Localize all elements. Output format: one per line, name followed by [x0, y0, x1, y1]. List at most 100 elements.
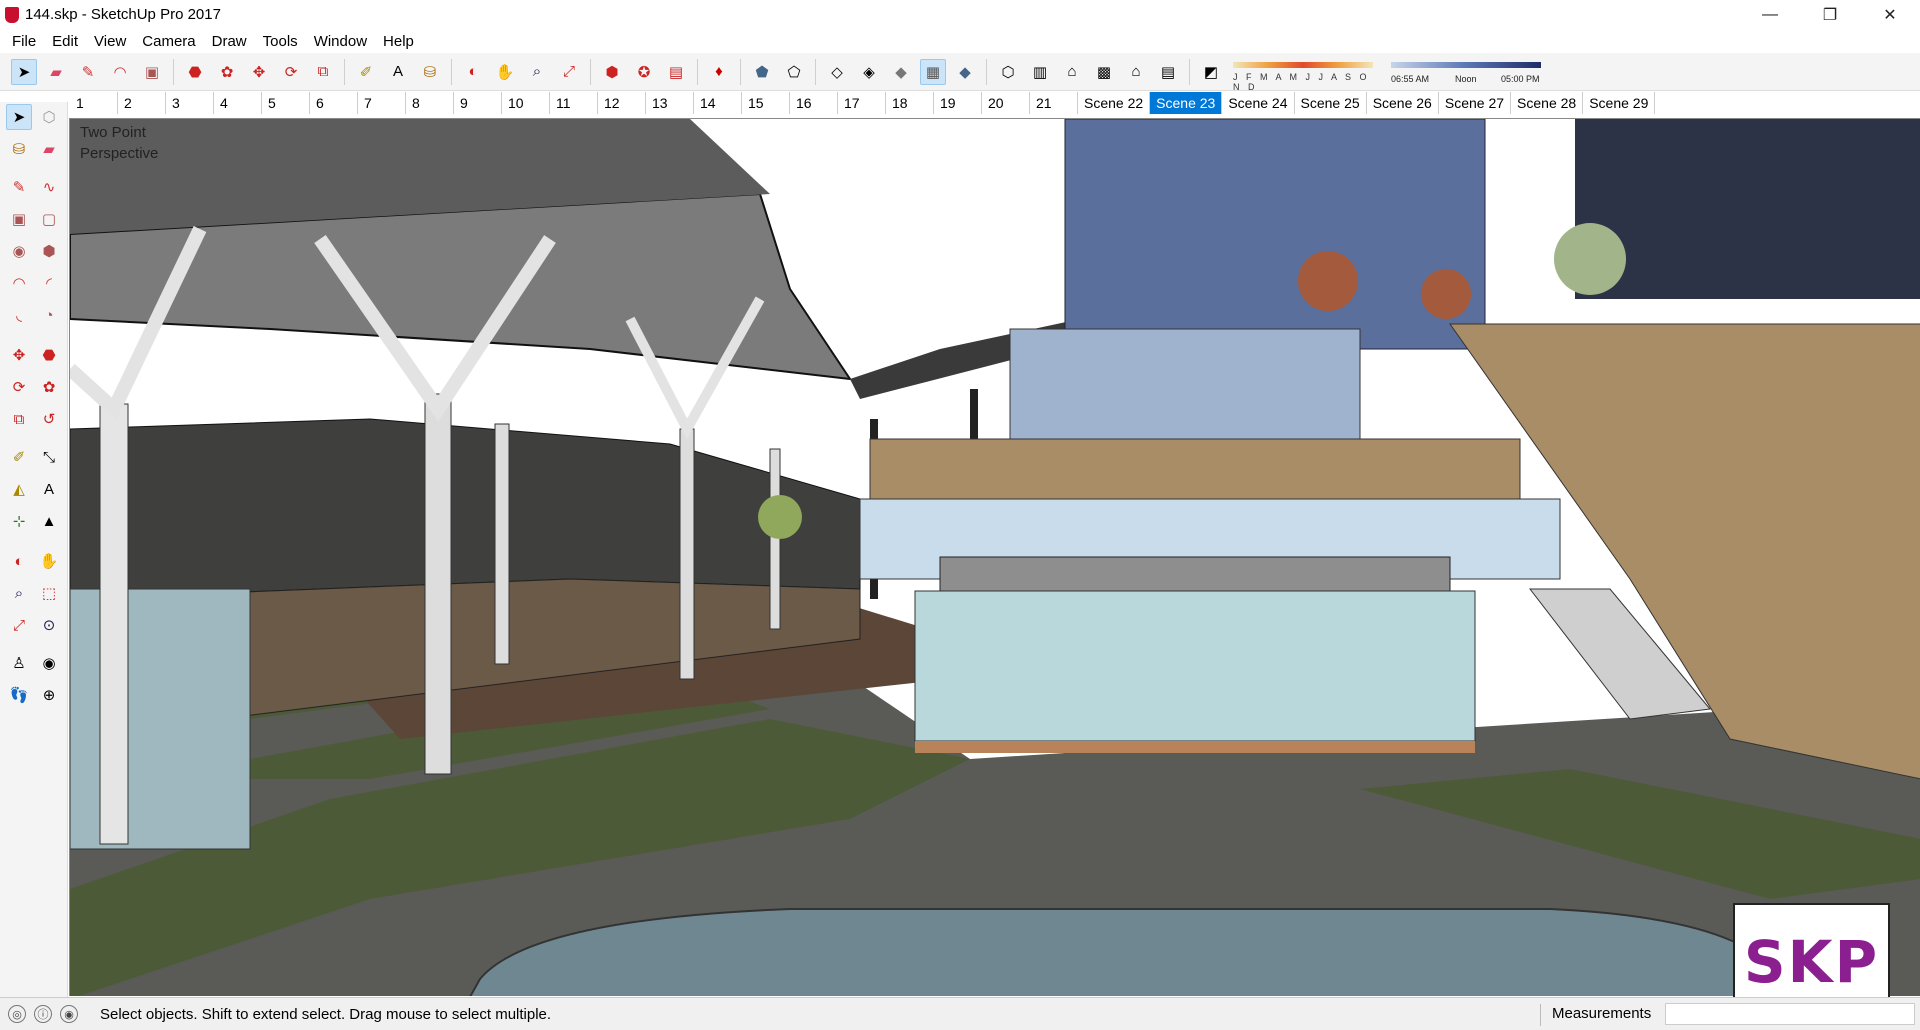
eraser-tool-icon[interactable]: ▰ — [36, 136, 62, 162]
scene-tab[interactable]: 8 — [406, 92, 454, 114]
follow-me-icon[interactable]: ✿ — [36, 374, 62, 400]
dimension-tool-icon[interactable]: ⤡ — [36, 444, 62, 470]
minimize-button[interactable]: — — [1740, 0, 1800, 29]
geo-location-icon[interactable]: ◎ — [8, 1005, 26, 1023]
scene-tab[interactable]: 18 — [886, 92, 934, 114]
freehand-tool-icon[interactable]: ∿ — [36, 174, 62, 200]
orbit-tool-icon[interactable]: ◐ — [460, 59, 486, 85]
polygon-tool-icon[interactable]: ⬢ — [36, 238, 62, 264]
text-tool-icon[interactable]: A — [385, 59, 411, 85]
left-view-icon[interactable]: ▤ — [1155, 59, 1181, 85]
pan-tool-icon[interactable]: ✋ — [492, 59, 518, 85]
3d-text-icon[interactable]: ▲ — [36, 508, 62, 534]
measurements-input[interactable] — [1665, 1003, 1915, 1025]
ruby-icon[interactable]: ♦ — [706, 59, 732, 85]
rectangle-tool-icon[interactable]: ▣ — [139, 59, 165, 85]
scene-tab[interactable]: 6 — [310, 92, 358, 114]
top-view-icon[interactable]: ▥ — [1027, 59, 1053, 85]
select-tool-icon[interactable]: ➤ — [6, 104, 32, 130]
make-component-icon[interactable]: ⬡ — [36, 104, 62, 130]
tape-measure-icon[interactable]: ✐ — [353, 59, 379, 85]
circle-tool-icon[interactable]: ◉ — [6, 238, 32, 264]
pan-tool-icon[interactable]: ✋ — [36, 548, 62, 574]
menu-help[interactable]: Help — [377, 33, 420, 50]
zoom-window-icon[interactable]: ⬚ — [36, 580, 62, 606]
scale-tool-icon[interactable]: ⧉ — [6, 406, 32, 432]
axes-tool-icon[interactable]: ⊹ — [6, 508, 32, 534]
scene-tab[interactable]: 13 — [646, 92, 694, 114]
position-camera-icon[interactable]: ♙ — [6, 650, 32, 676]
modeling-viewport[interactable]: Two Point Perspective — [69, 118, 1920, 996]
hidden-line-style-icon[interactable]: ◈ — [856, 59, 882, 85]
two-point-arc-icon[interactable]: ◜ — [36, 270, 62, 296]
orbit-tool-icon[interactable]: ◐ — [6, 548, 32, 574]
line-tool-icon[interactable]: ✎ — [6, 174, 32, 200]
scene-tab[interactable]: 19 — [934, 92, 982, 114]
scene-tab[interactable]: 10 — [502, 92, 550, 114]
push-pull-icon[interactable]: ⬣ — [36, 342, 62, 368]
extension-warehouse-icon[interactable]: ✪ — [631, 59, 657, 85]
zoom-extents-icon[interactable]: ⤢ — [6, 612, 32, 638]
menu-file[interactable]: File — [6, 33, 42, 50]
zoom-extents-icon[interactable]: ⤢ — [556, 59, 582, 85]
menu-window[interactable]: Window — [308, 33, 373, 50]
push-pull-icon[interactable]: ⬣ — [182, 59, 208, 85]
rotated-rectangle-icon[interactable]: ▢ — [36, 206, 62, 232]
scene-tab[interactable]: 14 — [694, 92, 742, 114]
rotate-tool-icon[interactable]: ⟳ — [278, 59, 304, 85]
scene-tab[interactable]: Scene 22 — [1078, 92, 1151, 114]
scene-tab[interactable]: 7 — [358, 92, 406, 114]
arc-tool-icon[interactable]: ◠ — [107, 59, 133, 85]
text-tool-icon[interactable]: A — [36, 476, 62, 502]
menu-camera[interactable]: Camera — [136, 33, 201, 50]
scene-tab[interactable]: 17 — [838, 92, 886, 114]
scene-tab[interactable]: 4 — [214, 92, 262, 114]
scene-tab[interactable]: 12 — [598, 92, 646, 114]
follow-me-icon[interactable]: ✿ — [214, 59, 240, 85]
scene-tab[interactable]: 3 — [166, 92, 214, 114]
tape-measure-icon[interactable]: ✐ — [6, 444, 32, 470]
zoom-tool-icon[interactable]: ⌕ — [6, 580, 32, 606]
back-view-icon[interactable]: ⌂ — [1123, 59, 1149, 85]
scene-tab[interactable]: 16 — [790, 92, 838, 114]
scene-tab[interactable]: 20 — [982, 92, 1030, 114]
zoom-tool-icon[interactable]: ⌕ — [524, 59, 550, 85]
offset-tool-icon[interactable]: ↺ — [36, 406, 62, 432]
scene-tab[interactable]: Scene 29 — [1583, 92, 1656, 114]
scene-tab[interactable]: 15 — [742, 92, 790, 114]
scene-tab[interactable]: Scene 28 — [1511, 92, 1584, 114]
scene-tab[interactable]: Scene 26 — [1367, 92, 1439, 114]
menu-draw[interactable]: Draw — [206, 33, 253, 50]
move-tool-icon[interactable]: ✥ — [246, 59, 272, 85]
model-scene[interactable] — [70, 119, 1920, 996]
shaded-style-icon[interactable]: ◆ — [888, 59, 914, 85]
monochrome-style-icon[interactable]: ◆ — [952, 59, 978, 85]
section-plane-icon[interactable]: ⊕ — [36, 682, 62, 708]
month-slider[interactable]: J F M A M J J A S O N D — [1233, 59, 1373, 92]
wireframe-style-icon[interactable]: ◇ — [824, 59, 850, 85]
pie-tool-icon[interactable]: ◔ — [36, 302, 62, 328]
credits-icon[interactable]: ⓘ — [34, 1005, 52, 1023]
send-to-layout-icon[interactable]: ▤ — [663, 59, 689, 85]
back-edges-style-icon[interactable]: ⬠ — [781, 59, 807, 85]
scale-tool-icon[interactable]: ⧉ — [310, 59, 336, 85]
paint-bucket-icon[interactable]: ⛁ — [6, 136, 32, 162]
scene-tab[interactable]: 2 — [118, 92, 166, 114]
scene-tab[interactable]: Scene 24 — [1222, 92, 1295, 114]
right-view-icon[interactable]: ▩ — [1091, 59, 1117, 85]
warehouse-icon[interactable]: ⬢ — [599, 59, 625, 85]
front-view-icon[interactable]: ⌂ — [1059, 59, 1085, 85]
menu-edit[interactable]: Edit — [46, 33, 84, 50]
time-slider[interactable]: 06:55 AM Noon 05:00 PM — [1391, 59, 1541, 85]
scene-tab[interactable]: 21 — [1030, 92, 1078, 114]
user-account-icon[interactable]: ◉ — [60, 1005, 78, 1023]
rotate-tool-icon[interactable]: ⟳ — [6, 374, 32, 400]
eraser-tool-icon[interactable]: ▰ — [43, 59, 69, 85]
menu-view[interactable]: View — [88, 33, 132, 50]
paint-bucket-icon[interactable]: ⛁ — [417, 59, 443, 85]
scene-tab[interactable]: 11 — [550, 92, 598, 114]
walk-tool-icon[interactable]: 👣 — [6, 682, 32, 708]
menu-tools[interactable]: Tools — [257, 33, 304, 50]
iso-view-icon[interactable]: ⬡ — [995, 59, 1021, 85]
select-tool-icon[interactable]: ➤ — [11, 58, 37, 85]
